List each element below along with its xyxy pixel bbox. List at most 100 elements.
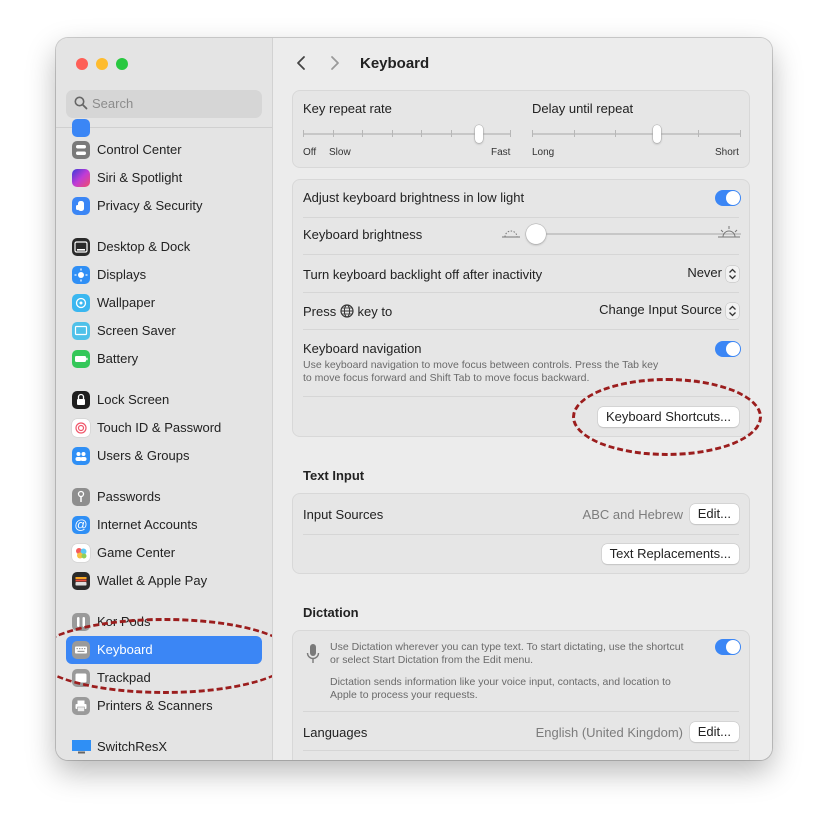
zoom-button[interactable] <box>116 58 128 70</box>
minimize-button[interactable] <box>96 58 108 70</box>
delay-short-label: Short <box>715 147 739 158</box>
globe-icon <box>340 304 354 318</box>
sidebar-item-label: Wallpaper <box>97 295 156 310</box>
sidebar-item-label: Internet Accounts <box>97 517 198 532</box>
delay-thumb[interactable] <box>653 125 661 143</box>
chevron-updown-icon <box>726 302 739 319</box>
delay-label: Delay until repeat <box>532 101 634 116</box>
sidebar-item-siri[interactable]: Siri & Spotlight <box>66 164 262 192</box>
sidebar-item-users[interactable]: Users & Groups <box>66 442 262 470</box>
languages-label: Languages <box>303 725 368 740</box>
sidebar-item-passwords[interactable]: Passwords <box>66 483 262 511</box>
sidebar-item-touch-id[interactable]: Touch ID & Password <box>66 414 262 442</box>
sidebar-item-label: Siri & Spotlight <box>97 170 183 185</box>
sidebar-item-label: Battery <box>97 351 139 366</box>
sidebar-item-label: Privacy & Security <box>97 198 203 213</box>
key-repeat-slow-label: Slow <box>329 147 351 158</box>
keyboard-navigation-desc: Use keyboard navigation to move focus be… <box>303 359 659 384</box>
sidebar-item-label: Passwords <box>97 489 161 504</box>
microphone-icon <box>306 644 320 663</box>
input-sources-edit-button[interactable]: Edit... <box>689 504 739 524</box>
sidebar-item-privacy[interactable]: Privacy & Security <box>66 192 262 220</box>
hand-icon <box>72 197 90 215</box>
annotation-circle-shortcuts <box>572 378 762 456</box>
sidebar-item-control-center[interactable]: Control Center <box>66 136 262 164</box>
lock-icon <box>72 391 90 409</box>
key-repeat-fast-label: Fast <box>491 147 511 158</box>
dictation-desc: Use Dictation wherever you can type text… <box>330 641 684 666</box>
wallet-icon <box>72 572 90 590</box>
fingerprint-icon <box>72 419 90 437</box>
sidebar-item-label: SwitchResX <box>97 739 168 754</box>
sidebar-item-label: Control Center <box>97 142 182 157</box>
at-icon: @ <box>72 516 90 534</box>
screen-saver-icon <box>72 322 90 340</box>
sidebar-item-lock-screen[interactable]: Lock Screen <box>66 386 262 414</box>
sidebar-item-label: Touch ID & Password <box>97 420 222 435</box>
chevron-updown-icon <box>726 265 739 282</box>
dictation-card: Use Dictation wherever you can type text… <box>292 630 750 760</box>
brightness-low-icon <box>502 230 520 238</box>
sidebar-item-switchresx[interactable]: SwitchResX <box>66 733 262 760</box>
sidebar-item-label: Game Center <box>97 545 176 560</box>
sidebar-item-label: Printers & Scanners <box>97 698 213 713</box>
sidebar-item-screen-saver[interactable]: Screen Saver <box>66 317 262 345</box>
siri-icon <box>72 169 90 187</box>
users-icon <box>72 447 90 465</box>
press-key-suffix: key to <box>357 304 393 319</box>
languages-edit-button[interactable]: Edit... <box>689 722 739 742</box>
keyboard-navigation-label: Keyboard navigation <box>303 341 422 356</box>
sidebar-item-wallpaper[interactable]: Wallpaper <box>66 289 262 317</box>
sidebar-item-label: Displays <box>97 267 147 282</box>
dictation-toggle[interactable] <box>715 639 741 655</box>
backlight-label: Turn keyboard backlight off after inacti… <box>303 267 543 282</box>
sidebar-item-desktop-dock[interactable]: Desktop & Dock <box>66 233 262 261</box>
sidebar-item-label: Desktop & Dock <box>97 239 191 254</box>
brightness-thumb[interactable] <box>526 224 546 244</box>
sidebar-item-wallet[interactable]: Wallet & Apple Pay <box>66 567 262 595</box>
sidebar-item-label: Users & Groups <box>97 448 190 463</box>
sidebar-item-label: Lock Screen <box>97 392 170 407</box>
text-replacements-button[interactable]: Text Replacements... <box>601 544 739 564</box>
forward-arrow-icon[interactable] <box>329 55 341 71</box>
press-key-prefix: Press <box>303 304 337 319</box>
dictation-title: Dictation <box>303 605 359 620</box>
brightness-high-icon <box>718 226 740 238</box>
sidebar-item-label: Screen Saver <box>97 323 176 338</box>
dictation-privacy-desc: Dictation sends information like your vo… <box>330 676 671 701</box>
key-repeat-thumb[interactable] <box>475 125 483 143</box>
sun-icon <box>72 266 90 284</box>
printer-icon <box>72 697 90 715</box>
adjust-brightness-toggle[interactable] <box>715 190 741 206</box>
sidebar-item-battery[interactable]: Battery <box>66 345 262 373</box>
main-pane: Keyboard Key repeat rate Delay until rep… <box>273 38 772 760</box>
partial-icon <box>72 119 90 137</box>
input-sources-label: Input Sources <box>303 507 384 522</box>
battery-icon <box>72 350 90 368</box>
back-arrow-icon[interactable] <box>295 55 307 71</box>
monitor-icon <box>72 738 91 756</box>
control-center-icon <box>72 141 90 159</box>
repeat-card: Key repeat rate Delay until repeat Off S… <box>292 90 750 168</box>
backlight-popup[interactable]: Never <box>687 265 739 282</box>
key-repeat-label: Key repeat rate <box>303 101 392 116</box>
press-key-popup[interactable]: Change Input Source <box>599 302 739 319</box>
game-center-icon <box>72 544 90 562</box>
close-button[interactable] <box>76 58 88 70</box>
sidebar-item-printers[interactable]: Printers & Scanners <box>66 692 262 720</box>
keyboard-navigation-toggle[interactable] <box>715 341 741 357</box>
sidebar-item-displays[interactable]: Displays <box>66 261 262 289</box>
text-input-card: Input Sources ABC and Hebrew Edit... Tex… <box>292 493 750 574</box>
sidebar-item-internet-accounts[interactable]: @ Internet Accounts <box>66 511 262 539</box>
dock-icon <box>72 238 90 256</box>
languages-value: English (United Kingdom) <box>535 725 683 740</box>
press-key-value: Change Input Source <box>599 302 722 317</box>
brightness-label: Keyboard brightness <box>303 227 423 242</box>
key-repeat-off-label: Off <box>303 147 317 158</box>
adjust-brightness-label: Adjust keyboard brightness in low light <box>303 190 525 205</box>
key-icon <box>72 488 90 506</box>
sidebar-item-game-center[interactable]: Game Center <box>66 539 262 567</box>
brightness-slider-track[interactable] <box>533 233 741 235</box>
text-input-title: Text Input <box>303 468 365 483</box>
annotation-circle-keyboard <box>56 618 272 694</box>
